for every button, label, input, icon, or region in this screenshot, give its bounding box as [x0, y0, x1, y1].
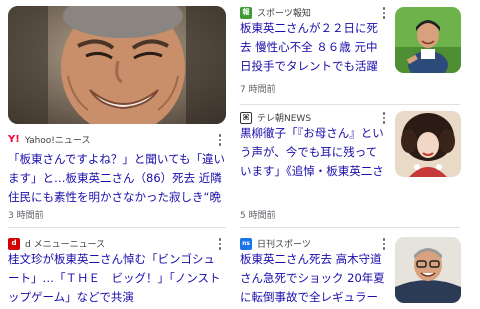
- timestamp: 7 時間前: [240, 85, 276, 95]
- thumbnail-nikkan[interactable]: [395, 237, 461, 303]
- source-name: スポーツ報知: [257, 9, 311, 19]
- headline-yahoo[interactable]: 「板東さんですよね？」と聞いても「違います」と…板東英二さん（86）死去 近隣住…: [8, 150, 226, 207]
- headline-hochi[interactable]: 板東英二さんが２２日に死去 慢性心不全 ８６歳 元中日投手でタレントでも活躍「晩…: [240, 19, 385, 76]
- source-tvasahi[interactable]: ⌘ テレ朝NEWS: [240, 111, 311, 124]
- source-name: 日刊スポーツ: [257, 240, 311, 250]
- more-options-icon[interactable]: [379, 111, 389, 125]
- timestamp: 5 時間前: [240, 211, 276, 221]
- nikkan-icon: ns: [240, 237, 252, 250]
- headline-nikkan[interactable]: 板東英二さん死去 高木守道さん急死でショック 20年夏に転倒事故で全レギュラー終…: [240, 250, 385, 307]
- headline-dmenu[interactable]: 桂文珍が板東英二さん悼む「ビンゴシュート」…「ＴＨＥ ビッグ！」「ノンストップゲ…: [8, 250, 226, 307]
- source-name: テレ朝NEWS: [257, 114, 312, 124]
- hero-image[interactable]: [8, 6, 226, 124]
- yahoo-news-icon: Y!: [8, 133, 20, 146]
- headline-tvasahi[interactable]: 黒柳徹子「『お母さん』という声が、今でも耳に残っています」《追悼・板東英二さん》: [240, 124, 385, 181]
- divider: [8, 227, 226, 228]
- more-options-icon[interactable]: [379, 237, 389, 251]
- more-options-icon[interactable]: [215, 133, 225, 147]
- source-hochi[interactable]: 報 スポーツ報知: [240, 6, 311, 19]
- source-dmenu[interactable]: d d メニューニュース: [8, 237, 105, 250]
- tvasahi-icon: ⌘: [240, 111, 252, 124]
- divider: [240, 227, 460, 228]
- thumbnail-tvasahi[interactable]: [395, 111, 461, 177]
- hochi-icon: 報: [240, 6, 252, 19]
- source-nikkan[interactable]: ns 日刊スポーツ: [240, 237, 311, 250]
- divider: [240, 104, 460, 105]
- more-options-icon[interactable]: [379, 6, 389, 20]
- source-name: Yahoo!ニュース: [24, 136, 91, 146]
- timestamp: 3 時間前: [8, 211, 44, 221]
- dmenu-icon: d: [8, 237, 20, 250]
- thumbnail-hochi[interactable]: [395, 7, 461, 73]
- source-name: d メニューニュース: [25, 240, 106, 250]
- source-yahoo[interactable]: Y! Yahoo!ニュース: [8, 133, 90, 146]
- more-options-icon[interactable]: [215, 237, 225, 251]
